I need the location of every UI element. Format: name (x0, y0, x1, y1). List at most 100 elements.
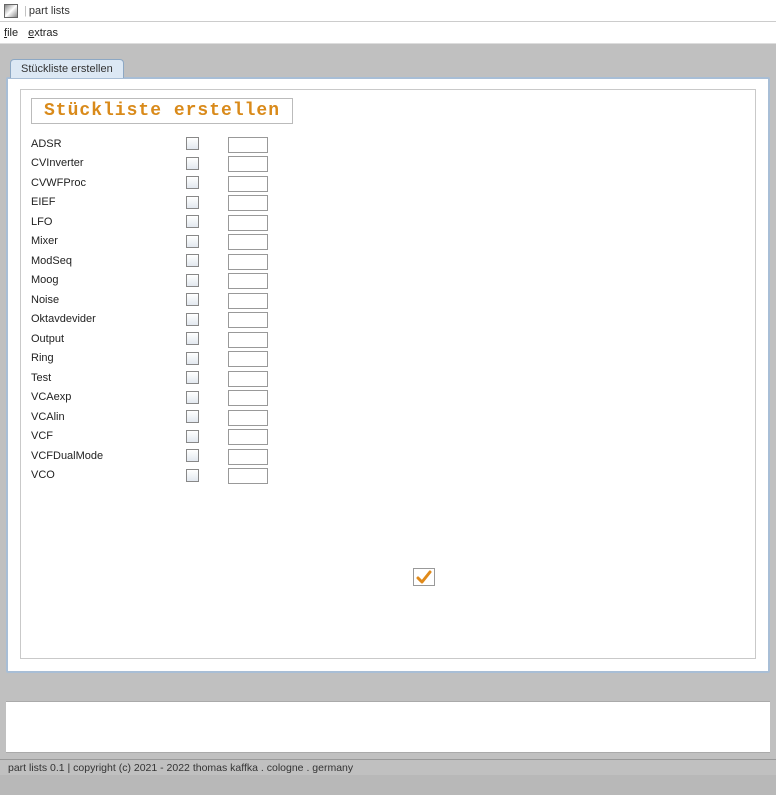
part-row: VCAexp (31, 388, 745, 407)
part-checkbox[interactable] (186, 157, 199, 170)
part-row: Ring (31, 349, 745, 368)
window-titlebar: | part lists (0, 0, 776, 22)
part-checkbox[interactable] (186, 254, 199, 267)
part-label: Output (31, 333, 176, 345)
part-qty-input[interactable] (228, 429, 268, 445)
app-icon (4, 4, 18, 18)
part-checkbox[interactable] (186, 410, 199, 423)
menu-file[interactable]: file (4, 27, 18, 39)
part-checkbox[interactable] (186, 196, 199, 209)
check-icon (416, 570, 432, 584)
part-checkbox[interactable] (186, 235, 199, 248)
tab-stueckliste-erstellen[interactable]: Stückliste erstellen (10, 59, 124, 78)
part-qty-cell (228, 193, 268, 211)
part-checkbox-cell (176, 293, 208, 306)
part-label: VCF (31, 430, 176, 442)
tab-strip: Stückliste erstellen (10, 58, 770, 77)
status-text: part lists 0.1 | copyright (c) 2021 - 20… (8, 762, 353, 774)
part-qty-input[interactable] (228, 254, 268, 270)
part-label: Oktavdevider (31, 313, 176, 325)
part-qty-cell (228, 271, 268, 289)
part-checkbox[interactable] (186, 469, 199, 482)
part-checkbox[interactable] (186, 313, 199, 326)
part-checkbox-cell (176, 410, 208, 423)
part-checkbox-cell (176, 196, 208, 209)
titlebar-divider: | (24, 5, 27, 17)
part-checkbox[interactable] (186, 274, 199, 287)
part-qty-cell (228, 349, 268, 367)
part-qty-cell (228, 427, 268, 445)
part-row: Test (31, 368, 745, 387)
part-checkbox[interactable] (186, 332, 199, 345)
part-checkbox-cell (176, 215, 208, 228)
part-checkbox[interactable] (186, 215, 199, 228)
part-checkbox-cell (176, 274, 208, 287)
part-row: VCF (31, 427, 745, 446)
part-label: Test (31, 372, 176, 384)
part-checkbox-cell (176, 176, 208, 189)
part-qty-input[interactable] (228, 390, 268, 406)
window-title: part lists (29, 5, 70, 17)
part-qty-input[interactable] (228, 215, 268, 231)
part-qty-cell (228, 291, 268, 309)
heading-box: Stückliste erstellen (31, 98, 293, 124)
part-qty-cell (228, 135, 268, 153)
part-qty-cell (228, 408, 268, 426)
part-qty-input[interactable] (228, 351, 268, 367)
part-checkbox-cell (176, 469, 208, 482)
part-row: CVWFProc (31, 173, 745, 192)
part-checkbox[interactable] (186, 352, 199, 365)
part-qty-input[interactable] (228, 195, 268, 211)
part-checkbox[interactable] (186, 449, 199, 462)
part-qty-cell (228, 466, 268, 484)
part-checkbox[interactable] (186, 293, 199, 306)
menu-bar: file extras (0, 22, 776, 44)
part-label: Noise (31, 294, 176, 306)
part-label: LFO (31, 216, 176, 228)
part-qty-input[interactable] (228, 371, 268, 387)
part-checkbox[interactable] (186, 430, 199, 443)
part-qty-input[interactable] (228, 176, 268, 192)
part-label: VCAexp (31, 391, 176, 403)
part-qty-cell (228, 213, 268, 231)
part-checkbox[interactable] (186, 137, 199, 150)
part-row: VCAlin (31, 407, 745, 426)
part-checkbox-cell (176, 352, 208, 365)
tab-label: Stückliste erstellen (21, 63, 113, 75)
part-qty-input[interactable] (228, 332, 268, 348)
part-qty-input[interactable] (228, 137, 268, 153)
part-row: Oktavdevider (31, 310, 745, 329)
part-qty-input[interactable] (228, 234, 268, 250)
part-label: VCO (31, 469, 176, 481)
part-qty-cell (228, 330, 268, 348)
part-checkbox[interactable] (186, 391, 199, 404)
part-label: VCFDualMode (31, 450, 176, 462)
part-row: ModSeq (31, 251, 745, 270)
part-qty-cell (228, 447, 268, 465)
confirm-button[interactable] (413, 568, 435, 586)
bottom-bar (6, 701, 770, 753)
part-label: ModSeq (31, 255, 176, 267)
part-qty-input[interactable] (228, 312, 268, 328)
part-qty-input[interactable] (228, 449, 268, 465)
part-qty-input[interactable] (228, 410, 268, 426)
part-qty-input[interactable] (228, 468, 268, 484)
part-row: Moog (31, 271, 745, 290)
part-qty-cell (228, 369, 268, 387)
part-qty-input[interactable] (228, 293, 268, 309)
part-qty-cell (228, 232, 268, 250)
part-qty-cell (228, 174, 268, 192)
part-checkbox[interactable] (186, 371, 199, 384)
part-checkbox-cell (176, 313, 208, 326)
part-qty-cell (228, 252, 268, 270)
part-qty-input[interactable] (228, 156, 268, 172)
part-checkbox[interactable] (186, 176, 199, 189)
menu-extras[interactable]: extras (28, 27, 58, 39)
part-label: CVWFProc (31, 177, 176, 189)
part-checkbox-cell (176, 254, 208, 267)
part-qty-cell (228, 154, 268, 172)
part-qty-input[interactable] (228, 273, 268, 289)
part-label: Moog (31, 274, 176, 286)
part-label: EIEF (31, 196, 176, 208)
part-row: Noise (31, 290, 745, 309)
